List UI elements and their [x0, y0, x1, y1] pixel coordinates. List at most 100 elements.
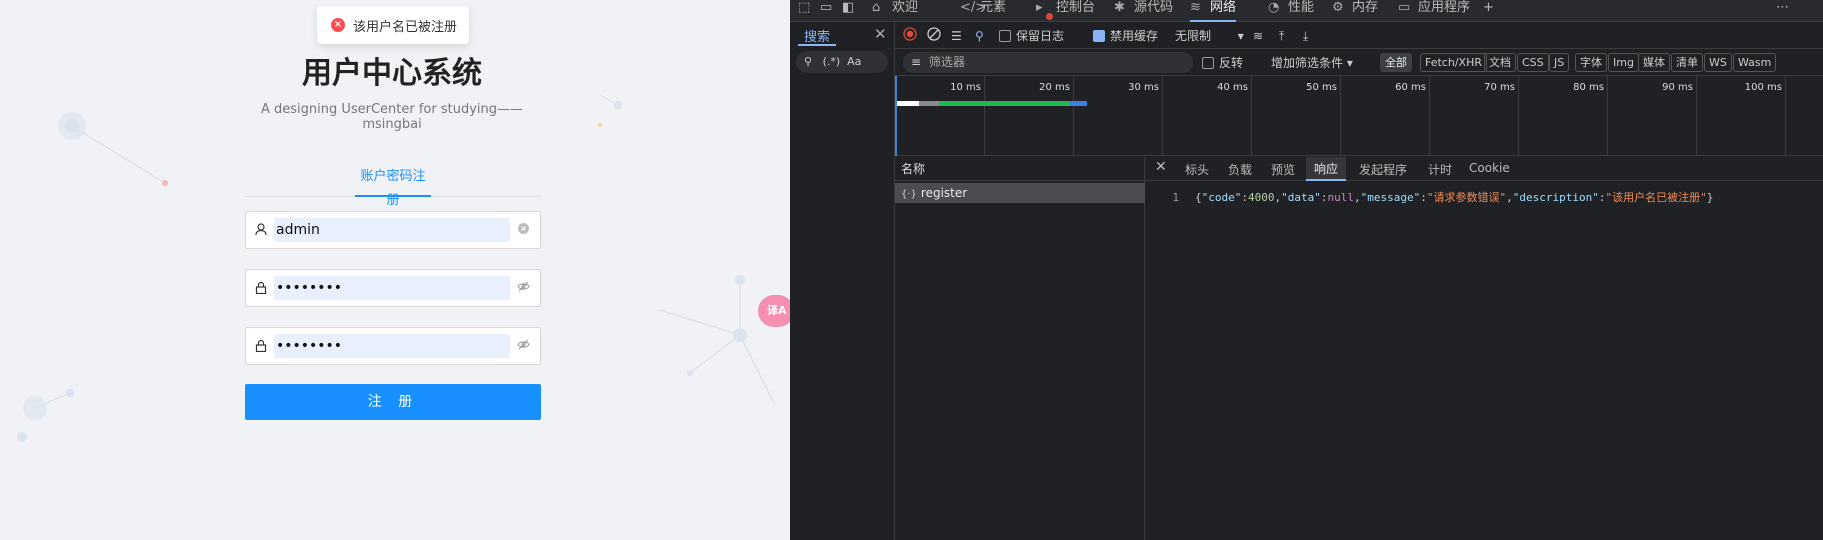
json-punct: : [1320, 191, 1328, 204]
tab-memory[interactable]: ⚙ 内存 [1332, 0, 1378, 22]
lock-icon [255, 281, 269, 295]
timeline-tick: 70 ms [1484, 76, 1519, 156]
json-punct: } [1706, 191, 1714, 204]
search-icon: ⚲ [804, 55, 813, 68]
request-row[interactable]: {·} register [895, 183, 1145, 203]
filter-input[interactable]: 筛选器 [903, 52, 1193, 73]
network-toolbar: ☰ ⚲ 保留日志 禁用缓存 无限制 ▾ ≋ ⤒ ⤓ [895, 22, 1823, 49]
tab-elements[interactable]: </>元素 [960, 0, 1006, 22]
timeline-tick: 60 ms [1395, 76, 1430, 156]
check-password-field[interactable]: •••••••• [245, 327, 541, 365]
more-icon[interactable]: ⋯ [1776, 0, 1789, 22]
chip-manifest[interactable]: 清单 [1671, 53, 1703, 72]
timeline-cursor [895, 76, 897, 156]
password-input[interactable]: •••••••• [274, 276, 510, 300]
filter-icon: ≡ [911, 55, 922, 69]
code-icon: </> [960, 0, 987, 15]
chip-css[interactable]: CSS [1517, 53, 1549, 72]
tab-search[interactable]: 搜索 [798, 26, 837, 46]
chip-all[interactable]: 全部 [1380, 53, 1412, 72]
json-value: 4000 [1248, 191, 1275, 204]
throttle-select[interactable]: 无限制 ▾ [1175, 27, 1244, 45]
tab-response[interactable]: 响应 [1306, 157, 1347, 181]
chip-doc[interactable]: 文档 [1484, 53, 1516, 72]
page-subtitle: A designing UserCenter for studying——msi… [260, 102, 524, 132]
devtools-panel: ⬚ ▭ ◧ ⌂ 欢迎 </>元素 ▸ 控制台 ✱ 源代码 ≋ 网络 ◔ 性能 ⚙ 内存 ▭ 应… [790, 0, 1823, 540]
request-waterfall-bar [897, 101, 1087, 106]
device-toggle-icon[interactable]: ▭ [820, 0, 832, 22]
name-column-header[interactable]: 名称 [895, 157, 1145, 181]
tab-payload[interactable]: 负载 [1228, 161, 1252, 178]
search-input[interactable]: ⚲ (.*) Aa [796, 51, 888, 73]
json-value: "该用户名已被注册" [1605, 191, 1707, 204]
username-input[interactable]: admin [274, 218, 510, 242]
invert-checkbox[interactable]: 反转 [1202, 54, 1243, 72]
filter-icon[interactable]: ☰ [951, 27, 962, 45]
case-toggle[interactable]: Aa [847, 55, 861, 68]
timeline-tick: 50 ms [1306, 76, 1341, 156]
chip-ws[interactable]: WS [1704, 53, 1732, 72]
devtools-tabbar: ⬚ ▭ ◧ ⌂ 欢迎 </>元素 ▸ 控制台 ✱ 源代码 ≋ 网络 ◔ 性能 ⚙ 内存 ▭ 应… [790, 0, 1823, 22]
chip-fetch-xhr[interactable]: Fetch/XHR [1420, 53, 1487, 72]
json-key: "data" [1281, 191, 1321, 204]
tab-sources[interactable]: ✱ 源代码 [1114, 0, 1173, 22]
preserve-log-checkbox[interactable]: 保留日志 [999, 27, 1064, 45]
timeline-tick: 30 ms [1128, 76, 1163, 156]
memory-icon: ⚙ [1332, 0, 1344, 15]
chip-img[interactable]: Img [1608, 53, 1639, 72]
check-password-input[interactable]: •••••••• [274, 334, 510, 358]
bug-icon: ✱ [1114, 0, 1125, 15]
register-button[interactable]: 注 册 [245, 384, 541, 420]
tab-headers[interactable]: 标头 [1185, 161, 1209, 178]
tab-network[interactable]: ≋ 网络 [1190, 0, 1237, 22]
application-icon: ▭ [1398, 0, 1411, 15]
close-icon[interactable]: ✕ [1155, 159, 1167, 175]
tab-console[interactable]: ▸ 控制台 [1036, 0, 1095, 22]
disable-cache-checkbox[interactable]: 禁用缓存 [1093, 27, 1158, 45]
clear-log-icon[interactable] [927, 27, 941, 45]
request-detail: ✕ 标头 负载 预览 响应 发起程序 计时 Cookie 1 {"code":40… [1145, 157, 1823, 540]
eye-invisible-icon[interactable] [516, 281, 530, 295]
network-timeline[interactable]: 10 ms 20 ms 30 ms 40 ms 50 ms 60 ms 70 m… [895, 76, 1823, 156]
username-field[interactable]: admin [245, 211, 541, 249]
chip-wasm[interactable]: Wasm [1733, 53, 1777, 72]
record-icon[interactable] [903, 27, 917, 45]
search-icon[interactable]: ⚲ [975, 27, 984, 45]
more-filters-dropdown[interactable]: 增加筛选条件 ▾ [1271, 54, 1353, 72]
response-body[interactable]: 1 {"code":4000,"data":null,"message":"请求参… [1155, 189, 1713, 205]
password-field[interactable]: •••••••• [245, 269, 541, 307]
tab-preview[interactable]: 预览 [1271, 161, 1295, 178]
tab-performance[interactable]: ◔ 性能 [1268, 0, 1314, 22]
inspect-icon[interactable]: ⬚ [798, 0, 810, 22]
line-number: 1 [1172, 191, 1179, 204]
timeline-tick: 90 ms [1662, 76, 1697, 156]
user-icon [255, 223, 269, 237]
tab-application[interactable]: ▭ 应用程序 [1398, 0, 1470, 22]
eye-invisible-icon[interactable] [516, 339, 530, 353]
network-conditions-icon[interactable]: ≋ [1253, 27, 1263, 45]
tab-cookies[interactable]: Cookie [1469, 161, 1510, 175]
json-punct: , [1354, 191, 1361, 204]
console-error-badge [1046, 13, 1053, 20]
translate-button[interactable]: 译A [758, 295, 790, 327]
regex-toggle[interactable]: (.*) [823, 55, 841, 68]
add-tab-icon[interactable]: + [1483, 0, 1494, 22]
form-tabs: 账户密码注册 [245, 165, 541, 208]
import-icon[interactable]: ⤒ [1279, 27, 1284, 45]
export-icon[interactable]: ⤓ [1303, 27, 1308, 45]
xhr-icon: {·} [901, 189, 917, 200]
error-toast: × 该用户名已被注册 [317, 6, 469, 44]
chip-font[interactable]: 字体 [1575, 53, 1607, 72]
chip-js[interactable]: JS [1549, 53, 1570, 72]
close-icon[interactable]: ✕ [874, 25, 887, 43]
json-punct: , [1506, 191, 1513, 204]
tab-initiator[interactable]: 发起程序 [1359, 161, 1407, 178]
dock-icon[interactable]: ◧ [842, 0, 854, 22]
tab-timing[interactable]: 计时 [1428, 161, 1452, 178]
json-punct: : [1420, 191, 1427, 204]
tab-welcome[interactable]: ⌂ 欢迎 [872, 0, 918, 22]
clear-icon[interactable] [516, 223, 530, 237]
tab-account-register[interactable]: 账户密码注册 [355, 165, 431, 208]
chip-media[interactable]: 媒体 [1638, 53, 1670, 72]
timeline-tick: 80 ms [1573, 76, 1608, 156]
